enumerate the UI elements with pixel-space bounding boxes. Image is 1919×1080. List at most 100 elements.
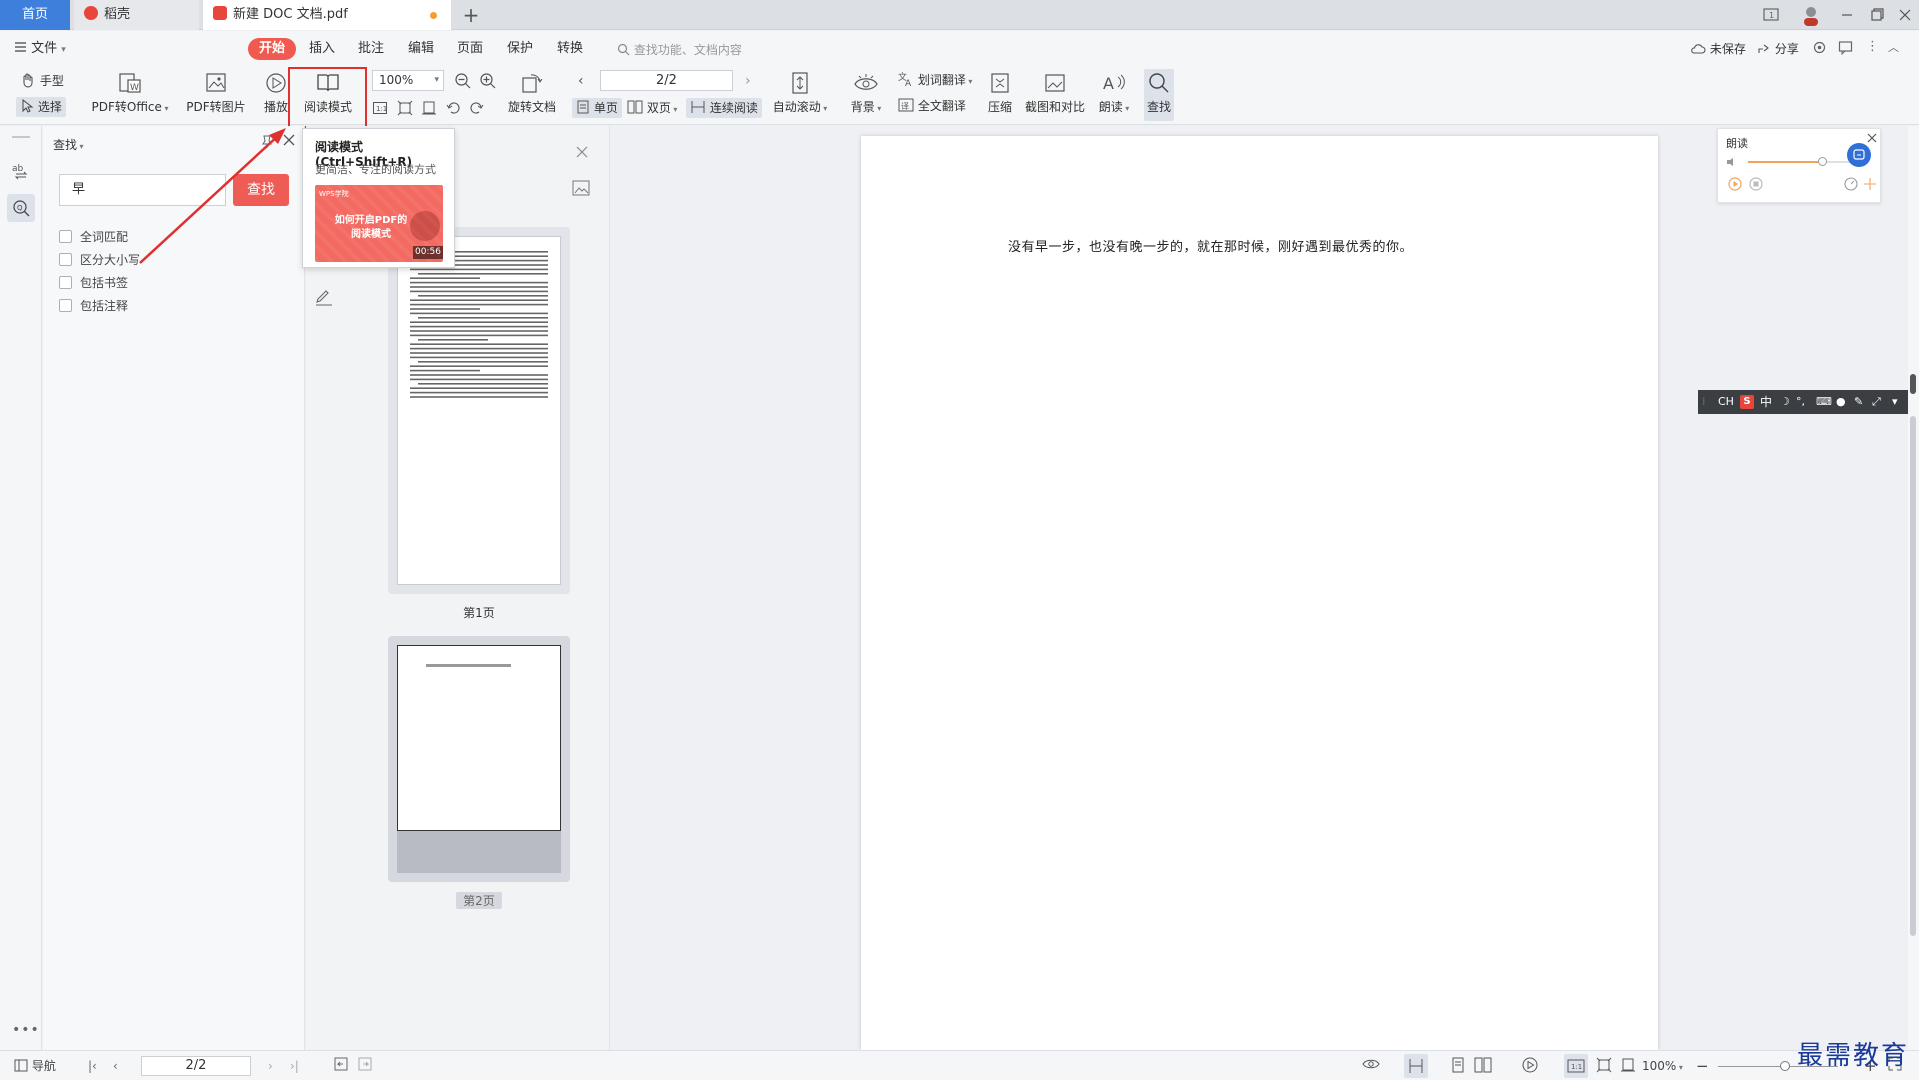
tab-home[interactable]: 首页 <box>0 0 70 30</box>
scrollbar-thumb[interactable] <box>1910 416 1916 936</box>
find-toolbar-button[interactable]: 查找 <box>1144 69 1174 121</box>
menu-protect[interactable]: 保护 <box>507 38 533 60</box>
window-layout-icon[interactable]: 1 <box>1756 0 1786 30</box>
document-page[interactable]: 没有早一步，也没有晚一步的，就在那时候，刚好遇到最优秀的你。 <box>861 136 1658 1050</box>
sogou-icon[interactable]: S <box>1740 395 1754 409</box>
back-icon[interactable] <box>334 1057 348 1075</box>
double-page-button[interactable]: 双页 ▾ <box>627 98 677 118</box>
thumbnail-image-icon[interactable] <box>572 180 590 196</box>
zoom-slider-knob[interactable] <box>1780 1061 1790 1071</box>
locate-icon[interactable] <box>1863 177 1877 191</box>
auto-scroll-button[interactable]: 自动滚动 ▾ <box>770 71 830 115</box>
actual-size-icon[interactable]: 1:1 <box>372 100 388 116</box>
thumbnail-page-1[interactable] <box>388 227 570 594</box>
moon-icon[interactable]: ☽ <box>1780 390 1790 414</box>
double-view-button[interactable] <box>1474 1057 1492 1075</box>
single-page-button[interactable]: 单页 <box>572 98 622 118</box>
status-play-button[interactable] <box>1522 1057 1538 1075</box>
close-thumbnail-icon[interactable] <box>576 146 588 158</box>
page-number-input[interactable]: 2/2 <box>600 70 733 91</box>
fit-page-button[interactable] <box>1596 1057 1612 1075</box>
continuous-reading-button[interactable]: 连续阅读 <box>686 98 762 118</box>
compress-button[interactable]: 压缩 <box>984 71 1016 115</box>
close-read-aloud-icon[interactable] <box>1867 133 1877 143</box>
prev-page-icon[interactable]: ‹ <box>578 73 584 89</box>
file-menu[interactable]: 文件 ▾ <box>14 38 66 60</box>
eye-protection-icon[interactable] <box>1362 1057 1380 1075</box>
close-window-icon[interactable] <box>1890 0 1919 30</box>
menu-insert[interactable]: 插入 <box>309 38 335 60</box>
first-page-icon[interactable]: |‹ <box>88 1057 97 1075</box>
tab-daoke[interactable]: 稻壳 <box>74 0 199 30</box>
more-options-icon[interactable]: ⋮ <box>1866 39 1879 54</box>
menu-convert[interactable]: 转换 <box>557 38 583 60</box>
fit-width-button[interactable] <box>1620 1057 1636 1075</box>
pdf-to-office-button[interactable]: W PDF转Office ▾ <box>90 71 170 115</box>
replace-icon[interactable]: ab <box>12 162 30 180</box>
hand-tool-button[interactable]: 手型 <box>20 71 64 91</box>
background-button[interactable]: 背景 ▾ <box>846 71 886 115</box>
tab-document[interactable]: 新建 DOC 文档.pdf <box>203 0 451 30</box>
keyboard-icon[interactable]: ⌨ <box>1816 390 1832 414</box>
function-search[interactable]: 查找功能、文档内容 <box>617 41 742 58</box>
rail-more-icon[interactable]: ••• <box>12 1022 40 1038</box>
expand-icon[interactable]: ⤢ <box>1872 390 1881 414</box>
word-translate-button[interactable]: 文A 划词翻译 ▾ <box>898 70 972 90</box>
unsaved-status[interactable]: 未保存 <box>1690 38 1746 60</box>
include-bookmarks-checkbox[interactable]: 包括书签 <box>59 274 128 292</box>
user-avatar[interactable] <box>1796 0 1826 30</box>
status-zoom-select[interactable]: 100% ▾ <box>1642 1057 1683 1075</box>
screenshot-compare-button[interactable]: 截图和对比 <box>1024 71 1086 115</box>
voice-avatar-button[interactable] <box>1847 143 1871 167</box>
actual-size-button[interactable]: 1:1 <box>1564 1054 1588 1078</box>
ime-more-icon[interactable]: ▾ <box>1892 390 1898 414</box>
ime-language[interactable]: CH <box>1718 390 1734 414</box>
select-tool-button[interactable]: 选择 <box>16 97 66 117</box>
menu-annotate[interactable]: 批注 <box>358 38 384 60</box>
status-page-input[interactable]: 2/2 <box>141 1056 251 1076</box>
pdf-to-image-button[interactable]: PDF转图片 <box>184 71 248 115</box>
menu-start[interactable]: 开始 <box>248 38 297 60</box>
vertical-scrollbar[interactable] <box>1908 126 1919 1050</box>
zoom-in-icon[interactable] <box>479 72 497 90</box>
menu-page[interactable]: 页面 <box>457 38 483 60</box>
status-prev-page-icon[interactable]: ‹ <box>113 1057 118 1075</box>
stop-read-aloud-icon[interactable] <box>1749 177 1763 191</box>
include-comments-checkbox[interactable]: 包括注释 <box>59 297 128 315</box>
last-page-icon[interactable]: ›| <box>290 1057 299 1075</box>
user-icon[interactable]: ● <box>1836 390 1846 414</box>
ime-mode[interactable]: 中 <box>1760 390 1772 414</box>
play-button[interactable]: 播放 <box>262 71 290 115</box>
fit-page-icon[interactable] <box>397 100 413 116</box>
restore-icon[interactable] <box>1862 0 1892 30</box>
rotate-right-icon[interactable] <box>469 100 485 116</box>
punctuation-icon[interactable]: °, <box>1796 390 1805 414</box>
minimize-icon[interactable] <box>1832 0 1862 30</box>
single-view-button[interactable] <box>1450 1057 1466 1075</box>
zoom-out-icon[interactable] <box>454 72 472 90</box>
menu-edit[interactable]: 编辑 <box>408 38 434 60</box>
fit-width-icon[interactable] <box>421 100 437 116</box>
volume-slider-knob[interactable] <box>1818 157 1828 166</box>
rotate-document-button[interactable]: 旋转文档 <box>504 71 560 115</box>
continuous-view-button[interactable] <box>1404 1054 1428 1078</box>
status-next-page-icon[interactable]: › <box>268 1057 273 1075</box>
play-read-aloud-icon[interactable] <box>1728 177 1742 191</box>
full-translate-button[interactable]: 译 全文翻译 <box>898 96 966 116</box>
whole-word-checkbox[interactable]: 全词匹配 <box>59 228 128 246</box>
sign-icon[interactable] <box>314 288 334 306</box>
match-case-checkbox[interactable]: 区分大小写 <box>59 251 140 269</box>
speed-icon[interactable] <box>1844 177 1858 191</box>
forward-icon[interactable] <box>358 1057 372 1075</box>
collapse-ribbon-icon[interactable]: ︿ <box>1888 39 1899 55</box>
wrench-icon[interactable]: ✎ <box>1854 390 1863 414</box>
tutorial-video-thumbnail[interactable]: WPS学院 如何开启PDF的 阅读模式 00:56 <box>315 185 443 262</box>
read-aloud-button[interactable]: A 朗读 ▾ <box>1094 71 1134 115</box>
find-panel-title[interactable]: 查找 ▾ <box>53 136 84 153</box>
navigation-toggle[interactable]: 导航 <box>14 1057 56 1075</box>
find-rail-button[interactable]: Q <box>7 194 35 222</box>
zoom-select[interactable]: 100% ▾ <box>372 70 444 91</box>
share-button[interactable]: 分享 <box>1757 38 1799 60</box>
next-page-icon[interactable]: › <box>745 73 751 89</box>
settings-icon[interactable] <box>1812 40 1827 55</box>
